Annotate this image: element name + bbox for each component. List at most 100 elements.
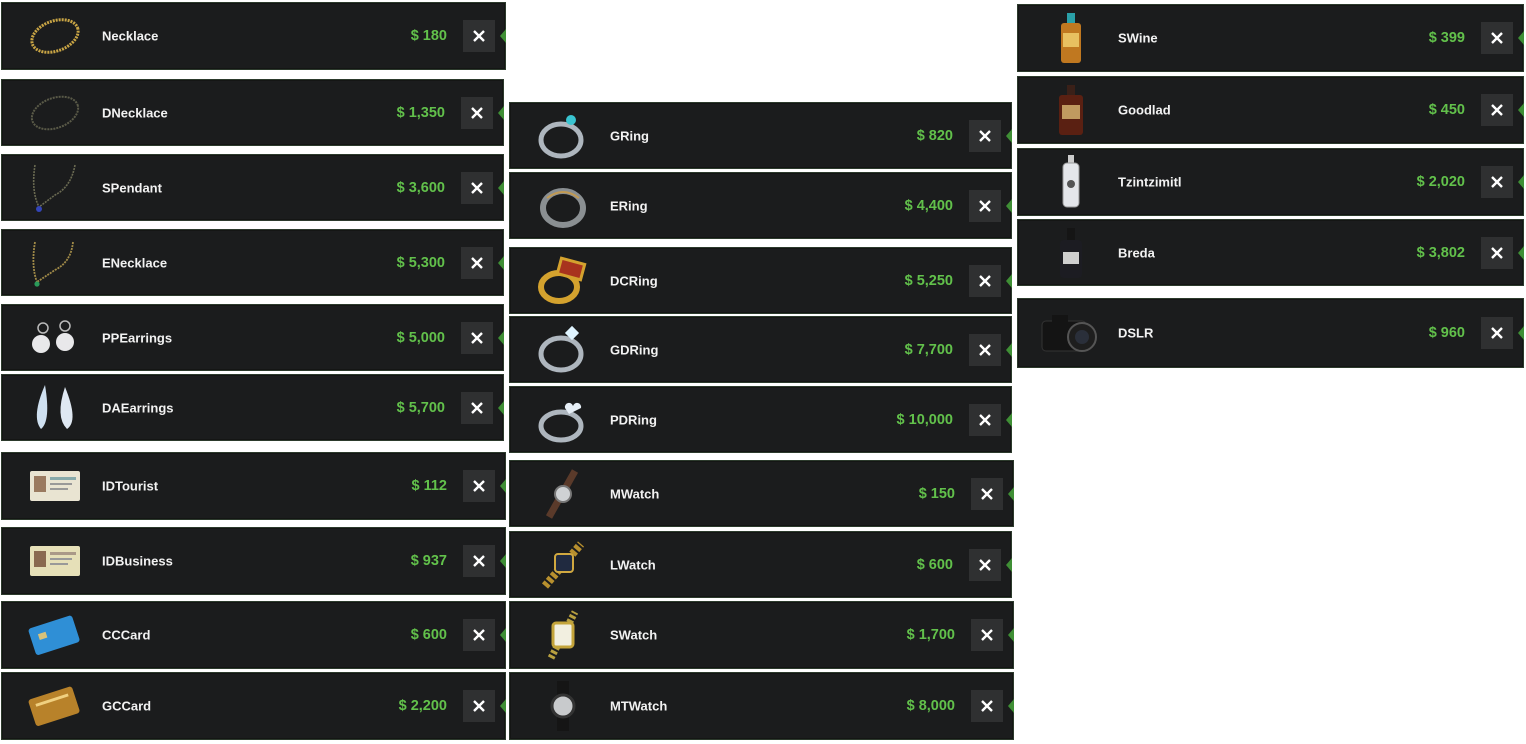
close-icon — [1491, 104, 1503, 116]
remove-item-button[interactable] — [971, 619, 1003, 651]
item-price: $ 5,000 — [396, 329, 445, 346]
close-icon — [471, 401, 483, 414]
close-icon — [473, 30, 485, 42]
remove-item-button[interactable] — [971, 477, 1003, 510]
arrow-marker — [1518, 175, 1524, 189]
loot-row: GDRing $ 7,700 — [509, 316, 1012, 383]
item-price: $ 180 — [410, 28, 447, 44]
remove-item-button[interactable] — [463, 690, 495, 722]
item-name: MWatch — [610, 486, 660, 501]
loot-row: Breda $ 3,802 — [1017, 219, 1524, 286]
remove-item-button[interactable] — [969, 119, 1001, 152]
arrow-marker — [1518, 103, 1524, 117]
item-price: $ 399 — [1428, 30, 1465, 46]
credit-card-icon — [20, 608, 90, 662]
remove-item-button[interactable] — [463, 619, 495, 651]
remove-item-button[interactable] — [461, 96, 493, 129]
remove-item-button[interactable] — [969, 403, 1001, 436]
remove-item-button[interactable] — [463, 20, 495, 52]
whiskey-bottle-icon — [1036, 83, 1106, 137]
remove-item-button[interactable] — [969, 189, 1001, 222]
item-name: GCCard — [102, 698, 152, 714]
item-name: ERing — [610, 198, 648, 213]
remove-item-button[interactable] — [461, 321, 493, 354]
item-name: GRing — [610, 128, 649, 143]
dark-bottle-icon — [1036, 226, 1106, 280]
item-price: $ 600 — [916, 556, 953, 573]
close-icon — [473, 555, 485, 567]
close-icon — [471, 181, 483, 194]
arrow-marker — [498, 105, 504, 120]
remove-item-button[interactable] — [1481, 236, 1513, 269]
remove-item-button[interactable] — [1481, 94, 1513, 126]
remove-item-button[interactable] — [463, 545, 495, 577]
engraved-ring-icon — [528, 179, 598, 233]
loot-row: LWatch $ 600 — [509, 531, 1012, 598]
item-price: $ 4,400 — [904, 197, 953, 214]
item-price: $ 8,000 — [906, 698, 955, 714]
arrow-marker — [498, 180, 504, 195]
item-name: PDRing — [610, 412, 657, 427]
loot-row: SWatch $ 1,700 — [509, 601, 1014, 669]
loot-row: GRing $ 820 — [509, 102, 1012, 169]
item-name: ENecklace — [102, 255, 168, 270]
arrow-marker — [498, 400, 504, 415]
emerald-necklace-icon — [20, 236, 90, 290]
item-price: $ 450 — [1428, 102, 1465, 118]
arrow-marker — [1008, 699, 1014, 713]
sport-watch-icon — [528, 679, 598, 733]
item-price: $ 2,020 — [1416, 174, 1465, 190]
arrow-marker — [1518, 31, 1524, 45]
remove-item-button[interactable] — [969, 264, 1001, 297]
close-icon — [979, 274, 991, 287]
remove-item-button[interactable] — [969, 333, 1001, 366]
item-price: $ 150 — [918, 485, 955, 502]
item-name: Necklace — [102, 28, 159, 44]
item-name: MTWatch — [610, 698, 668, 714]
item-price: $ 2,200 — [398, 698, 447, 714]
remove-item-button[interactable] — [1481, 317, 1513, 349]
gold-watch-icon — [528, 538, 598, 592]
arrow-marker — [1006, 273, 1012, 288]
diamond-ring-icon — [528, 323, 598, 377]
drop-earrings-icon — [20, 381, 90, 435]
gem-ring-icon — [528, 109, 598, 163]
item-price: $ 1,350 — [396, 104, 445, 121]
item-name: LWatch — [610, 557, 656, 572]
close-icon — [473, 700, 485, 712]
arrow-marker — [498, 255, 504, 270]
close-icon — [1491, 246, 1503, 259]
close-icon — [979, 413, 991, 426]
loot-row: Goodlad $ 450 — [1017, 76, 1524, 144]
item-price: $ 600 — [410, 627, 447, 643]
remove-item-button[interactable] — [463, 470, 495, 502]
remove-item-button[interactable] — [461, 246, 493, 279]
close-icon — [1491, 32, 1503, 44]
item-price: $ 5,250 — [904, 272, 953, 289]
loot-row: SPendant $ 3,600 — [1, 154, 504, 221]
close-icon — [979, 343, 991, 356]
loot-row: MWatch $ 150 — [509, 460, 1014, 527]
remove-item-button[interactable] — [461, 171, 493, 204]
remove-item-button[interactable] — [971, 690, 1003, 722]
close-icon — [473, 480, 485, 492]
remove-item-button[interactable] — [1481, 166, 1513, 198]
loot-row: CCCard $ 600 — [1, 601, 506, 669]
item-price: $ 5,300 — [396, 254, 445, 271]
tequila-bottle-icon — [1036, 155, 1106, 209]
arrow-marker — [1008, 628, 1014, 642]
close-icon — [981, 700, 993, 712]
item-name: GDRing — [610, 342, 659, 357]
item-price: $ 820 — [916, 127, 953, 144]
remove-item-button[interactable] — [1481, 22, 1513, 54]
loot-row: DCRing $ 5,250 — [509, 247, 1012, 314]
remove-item-button[interactable] — [461, 391, 493, 424]
close-icon — [979, 129, 991, 142]
close-icon — [981, 487, 993, 500]
item-name: SWine — [1118, 30, 1158, 46]
close-icon — [471, 331, 483, 344]
item-name: DSLR — [1118, 325, 1154, 341]
close-icon — [979, 558, 991, 571]
arrow-marker — [1518, 245, 1524, 260]
remove-item-button[interactable] — [969, 548, 1001, 581]
